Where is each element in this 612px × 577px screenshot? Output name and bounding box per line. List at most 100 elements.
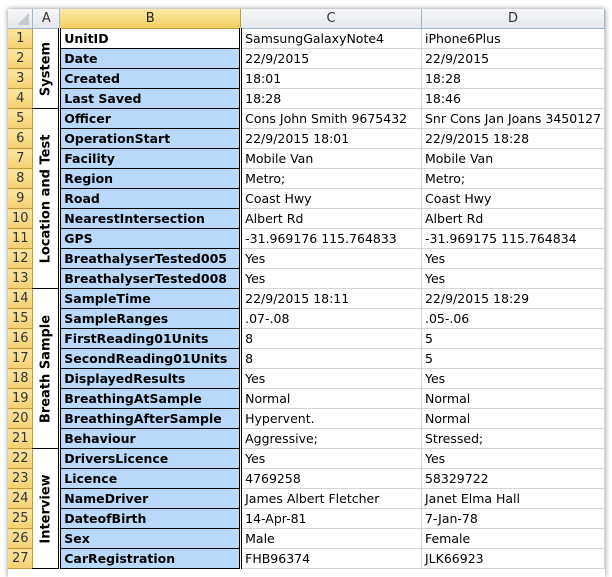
row-header[interactable]: 15: [8, 308, 34, 329]
value-cell-c[interactable]: SamsungGalaxyNote4: [240, 28, 422, 49]
field-name-cell[interactable]: Road: [58, 188, 243, 209]
value-cell-c[interactable]: Yes: [240, 268, 422, 289]
value-cell-d[interactable]: 7-Jan-78: [421, 508, 605, 529]
value-cell-d[interactable]: -31.969175 115.764834: [421, 228, 605, 249]
row-header[interactable]: 24: [8, 488, 34, 509]
value-cell-d[interactable]: Yes: [421, 268, 605, 289]
row-header[interactable]: 4: [8, 88, 34, 109]
field-name-cell[interactable]: NearestIntersection: [58, 208, 243, 229]
row-header[interactable]: 5: [8, 108, 34, 129]
row-header[interactable]: 17: [8, 348, 34, 369]
value-cell-d[interactable]: Albert Rd: [421, 208, 605, 229]
row-header[interactable]: 18: [8, 368, 34, 389]
value-cell-c[interactable]: 8: [240, 328, 422, 349]
column-header-d[interactable]: D: [421, 9, 605, 29]
row-header[interactable]: 23: [8, 468, 34, 489]
row-header[interactable]: 11: [8, 228, 34, 249]
value-cell-d[interactable]: 58329722: [421, 468, 605, 489]
field-name-cell[interactable]: Last Saved: [58, 88, 243, 109]
value-cell-c[interactable]: James Albert Fletcher: [240, 488, 422, 509]
row-header[interactable]: 3: [8, 68, 34, 89]
row-header[interactable]: 22: [8, 448, 34, 469]
field-name-cell[interactable]: Sex: [58, 528, 243, 549]
value-cell-d[interactable]: Normal: [421, 408, 605, 429]
row-header[interactable]: 27: [8, 548, 34, 569]
field-name-cell[interactable]: Licence: [58, 468, 243, 489]
value-cell-d[interactable]: 5: [421, 348, 605, 369]
value-cell-c[interactable]: FHB96374: [240, 548, 422, 569]
value-cell-c[interactable]: Coast Hwy: [240, 188, 422, 209]
value-cell-c[interactable]: .07-.08: [240, 308, 422, 329]
value-cell-d[interactable]: Stressed;: [421, 428, 605, 449]
value-cell-d[interactable]: Mobile Van: [421, 148, 605, 169]
value-cell-c[interactable]: Yes: [240, 368, 422, 389]
value-cell-d[interactable]: Metro;: [421, 168, 605, 189]
field-name-cell[interactable]: DisplayedResults: [58, 368, 243, 389]
field-name-cell[interactable]: Officer: [58, 108, 243, 129]
row-header[interactable]: 21: [8, 428, 34, 449]
field-name-cell[interactable]: SampleTime: [58, 288, 243, 309]
field-name-cell[interactable]: BreathingAfterSample: [58, 408, 243, 429]
row-header[interactable]: 8: [8, 168, 34, 189]
row-header[interactable]: 7: [8, 148, 34, 169]
value-cell-c[interactable]: Yes: [240, 448, 422, 469]
value-cell-d[interactable]: 18:28: [421, 68, 605, 89]
value-cell-c[interactable]: 22/9/2015 18:11: [240, 288, 422, 309]
field-name-cell[interactable]: SecondReading01Units: [58, 348, 243, 369]
value-cell-d[interactable]: Yes: [421, 368, 605, 389]
value-cell-c[interactable]: 22/9/2015 18:01: [240, 128, 422, 149]
row-header[interactable]: 1: [8, 28, 34, 49]
field-name-cell[interactable]: Behaviour: [58, 428, 243, 449]
value-cell-d[interactable]: .05-.06: [421, 308, 605, 329]
field-name-cell[interactable]: SampleRanges: [58, 308, 243, 329]
row-header[interactable]: 10: [8, 208, 34, 229]
value-cell-d[interactable]: 22/9/2015: [421, 48, 605, 69]
row-header[interactable]: 20: [8, 408, 34, 429]
value-cell-d[interactable]: JLK66923: [421, 548, 605, 569]
row-header[interactable]: 26: [8, 528, 34, 549]
group-label-cell[interactable]: Interview: [32, 448, 61, 569]
field-name-cell[interactable]: GPS: [58, 228, 243, 249]
field-name-cell[interactable]: BreathalyserTested005: [58, 248, 243, 269]
value-cell-d[interactable]: Female: [421, 528, 605, 549]
group-label-cell[interactable]: Breath Sample: [32, 288, 61, 449]
value-cell-d[interactable]: Yes: [421, 448, 605, 469]
value-cell-d[interactable]: Janet Elma Hall: [421, 488, 605, 509]
value-cell-d[interactable]: 22/9/2015 18:29: [421, 288, 605, 309]
select-all-button[interactable]: [8, 9, 34, 29]
group-label-cell[interactable]: System: [32, 28, 61, 109]
row-header[interactable]: 2: [8, 48, 34, 69]
row-header[interactable]: 9: [8, 188, 34, 209]
row-header[interactable]: 13: [8, 268, 34, 289]
field-name-cell[interactable]: Facility: [58, 148, 243, 169]
value-cell-c[interactable]: 22/9/2015: [240, 48, 422, 69]
value-cell-c[interactable]: Metro;: [240, 168, 422, 189]
field-name-cell[interactable]: DriversLicence: [58, 448, 243, 469]
field-name-cell[interactable]: CarRegistration: [58, 548, 243, 569]
row-header[interactable]: 6: [8, 128, 34, 149]
column-header-c[interactable]: C: [240, 9, 422, 29]
value-cell-c[interactable]: Aggressive;: [240, 428, 422, 449]
value-cell-d[interactable]: Coast Hwy: [421, 188, 605, 209]
value-cell-c[interactable]: 8: [240, 348, 422, 369]
value-cell-c[interactable]: 4769258: [240, 468, 422, 489]
row-header[interactable]: 16: [8, 328, 34, 349]
value-cell-d[interactable]: Snr Cons Jan Joans 3450127: [421, 108, 605, 129]
field-name-cell[interactable]: BreathalyserTested008: [58, 268, 243, 289]
field-name-cell[interactable]: OperationStart: [58, 128, 243, 149]
value-cell-c[interactable]: Albert Rd: [240, 208, 422, 229]
field-name-cell[interactable]: UnitID: [58, 28, 243, 49]
column-header-a[interactable]: A: [32, 9, 61, 29]
value-cell-d[interactable]: Normal: [421, 388, 605, 409]
group-label-cell[interactable]: Location and Test: [32, 108, 61, 289]
value-cell-c[interactable]: Normal: [240, 388, 422, 409]
field-name-cell[interactable]: NameDriver: [58, 488, 243, 509]
value-cell-c[interactable]: Mobile Van: [240, 148, 422, 169]
value-cell-d[interactable]: Yes: [421, 248, 605, 269]
value-cell-d[interactable]: 18:46: [421, 88, 605, 109]
value-cell-d[interactable]: iPhone6Plus: [421, 28, 605, 49]
row-header[interactable]: 14: [8, 288, 34, 309]
value-cell-c[interactable]: Hypervent.: [240, 408, 422, 429]
value-cell-c[interactable]: Male: [240, 528, 422, 549]
value-cell-c[interactable]: 18:01: [240, 68, 422, 89]
